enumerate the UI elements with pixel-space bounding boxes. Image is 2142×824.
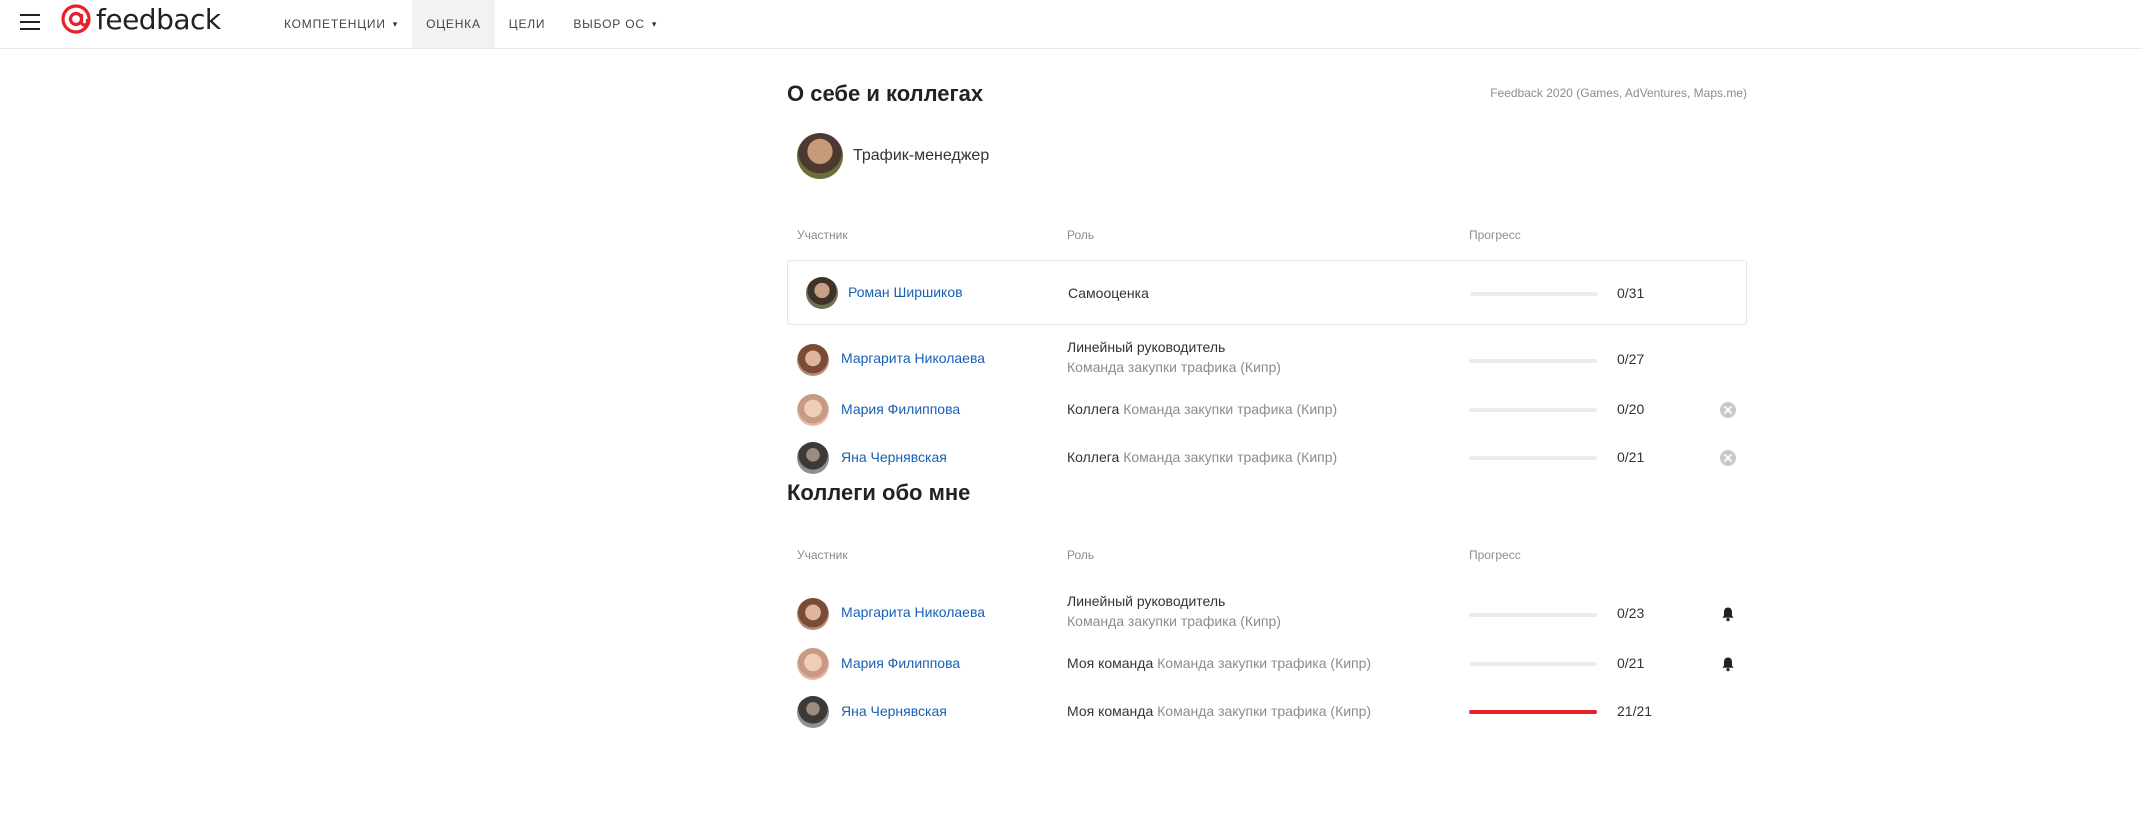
role-team: Команда закупки трафика (Кипр)	[1123, 401, 1338, 417]
role-main: Моя команда	[1067, 703, 1154, 719]
avatar	[797, 344, 829, 376]
remove-icon[interactable]	[1719, 449, 1737, 467]
logo-text: feedback	[96, 2, 221, 36]
menu-icon[interactable]	[18, 10, 42, 34]
profile: Трафик-менеджер	[797, 133, 989, 179]
avatar	[797, 442, 829, 474]
participant-name-link[interactable]: Маргарита Николаева	[841, 350, 985, 366]
table-row[interactable]: Мария Филиппова Моя команда Команда заку…	[787, 642, 1747, 686]
nav-label: ЦЕЛИ	[508, 17, 546, 31]
nav-goals[interactable]: ЦЕЛИ	[495, 0, 560, 48]
participant-name-link[interactable]: Роман Ширшиков	[848, 284, 963, 300]
nav-competencies[interactable]: КОМПЕТЕНЦИИ ▾	[270, 0, 412, 48]
column-header-participant: Участник	[797, 228, 848, 242]
section-title-colleagues: Коллеги обо мне	[787, 480, 971, 505]
column-header-progress: Прогресс	[1469, 228, 1521, 242]
chevron-down-icon: ▾	[651, 18, 658, 29]
participant-name-link[interactable]: Мария Филиппова	[841, 655, 960, 671]
chevron-down-icon: ▾	[392, 18, 399, 29]
progress-count: 0/31	[1617, 285, 1645, 301]
column-header-participant: Участник	[797, 548, 848, 562]
progress-fill	[1469, 710, 1597, 714]
avatar	[797, 598, 829, 630]
role-main: Линейный руководитель	[1067, 593, 1226, 609]
bell-icon[interactable]	[1719, 605, 1737, 623]
participant-role: Линейный руководитель Команда закупки тра…	[1067, 337, 1281, 377]
nav-label: ВЫБОР ОС	[573, 17, 645, 31]
role-team: Команда закупки трафика (Кипр)	[1067, 359, 1281, 375]
role-main: Коллега	[1067, 401, 1120, 417]
role-team: Команда закупки трафика (Кипр)	[1123, 449, 1338, 465]
progress-bar	[1469, 456, 1597, 460]
progress-count: 0/23	[1617, 605, 1645, 621]
top-bar: feedback КОМПЕТЕНЦИИ ▾ ОЦЕНКА ЦЕЛИ ВЫБОР…	[0, 0, 2142, 49]
participant-name-link[interactable]: Яна Чернявская	[841, 449, 947, 465]
progress-count: 21/21	[1617, 703, 1653, 719]
remove-icon[interactable]	[1719, 401, 1737, 419]
progress-bar	[1469, 359, 1597, 363]
progress-count: 0/20	[1617, 401, 1645, 417]
table-row[interactable]: Мария Филиппова Коллега Команда закупки …	[787, 388, 1747, 432]
column-header-progress: Прогресс	[1469, 548, 1521, 562]
role-main: Коллега	[1067, 449, 1120, 465]
participant-role: Линейный руководитель Команда закупки тра…	[1067, 591, 1281, 631]
avatar	[797, 394, 829, 426]
role-team: Команда закупки трафика (Кипр)	[1067, 613, 1281, 629]
participant-role: Коллега Команда закупки трафика (Кипр)	[1067, 399, 1337, 419]
nav-os-choice[interactable]: ВЫБОР ОС ▾	[559, 0, 671, 48]
bell-icon[interactable]	[1719, 655, 1737, 673]
nav-label: КОМПЕТЕНЦИИ	[284, 17, 386, 31]
progress-bar	[1469, 662, 1597, 666]
table-row[interactable]: Маргарита Николаева Линейный руководител…	[787, 332, 1747, 386]
section-title-about: О себе и коллегах	[787, 81, 984, 106]
participant-role: Моя команда Команда закупки трафика (Кип…	[1067, 701, 1371, 721]
progress-count: 0/21	[1617, 449, 1645, 465]
progress-bar	[1469, 613, 1597, 617]
participant-role: Коллега Команда закупки трафика (Кипр)	[1067, 447, 1337, 467]
profile-role: Трафик-менеджер	[853, 147, 990, 164]
participant-role: Самооценка	[1068, 283, 1149, 303]
table-row[interactable]: Роман Ширшиков Самооценка 0/31	[787, 260, 1747, 325]
at-sign-logo-icon	[61, 4, 91, 34]
table-row[interactable]: Яна Чернявская Моя команда Команда закуп…	[787, 690, 1747, 734]
participant-name-link[interactable]: Мария Филиппова	[841, 401, 960, 417]
role-main: Моя команда	[1067, 655, 1154, 671]
avatar	[797, 648, 829, 680]
progress-bar	[1469, 710, 1597, 714]
progress-count: 0/21	[1617, 655, 1645, 671]
column-header-role: Роль	[1067, 228, 1095, 242]
avatar	[806, 277, 838, 309]
avatar	[797, 696, 829, 728]
column-header-role: Роль	[1067, 548, 1095, 562]
progress-count: 0/27	[1617, 351, 1645, 367]
role-team: Команда закупки трафика (Кипр)	[1157, 703, 1372, 719]
progress-bar	[1469, 408, 1597, 412]
participant-name-link[interactable]: Маргарита Николаева	[841, 604, 985, 620]
project-label: Feedback 2020 (Games, AdVentures, Maps.m…	[1490, 86, 1747, 100]
role-team: Команда закупки трафика (Кипр)	[1157, 655, 1372, 671]
logo[interactable]: feedback	[60, 1, 221, 37]
main-nav: КОМПЕТЕНЦИИ ▾ ОЦЕНКА ЦЕЛИ ВЫБОР ОС ▾	[270, 0, 671, 48]
role-main: Линейный руководитель	[1067, 339, 1226, 355]
nav-label: ОЦЕНКА	[426, 17, 481, 31]
participant-name-link[interactable]: Яна Чернявская	[841, 703, 947, 719]
role-main: Самооценка	[1068, 285, 1149, 301]
progress-bar	[1470, 292, 1598, 296]
participant-role: Моя команда Команда закупки трафика (Кип…	[1067, 653, 1371, 673]
table-row[interactable]: Маргарита Николаева Линейный руководител…	[787, 586, 1747, 640]
avatar	[797, 133, 843, 179]
nav-assessment[interactable]: ОЦЕНКА	[412, 0, 495, 48]
table-row[interactable]: Яна Чернявская Коллега Команда закупки т…	[787, 436, 1747, 480]
